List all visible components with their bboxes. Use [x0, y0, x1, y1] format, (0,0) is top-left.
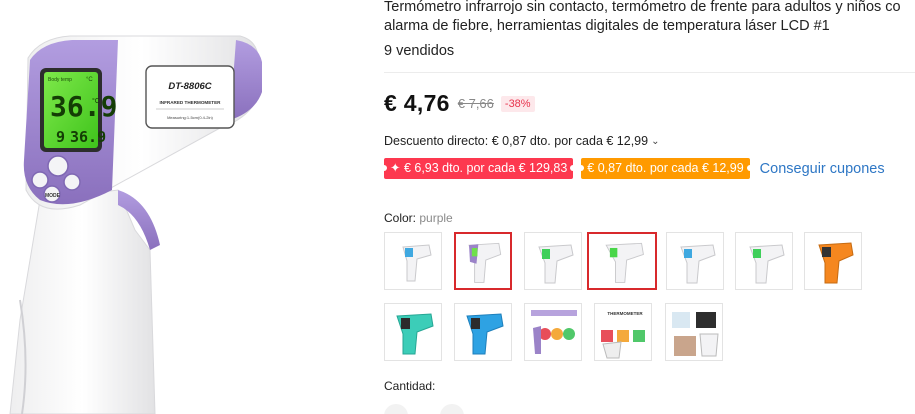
lcd-top-left-text: Body temp [48, 77, 72, 83]
discount-badge: -38% [500, 95, 535, 112]
plus-button-icon [31, 171, 49, 189]
thermometer-thumb-icon [538, 244, 574, 284]
product-title-line2: alarma de fiebre, herramientas digitales… [384, 18, 830, 34]
sold-count: 9 vendidos [384, 43, 455, 59]
product-title: Termómetro infrarrojo sin contacto, term… [384, 0, 915, 36]
infographic-thumb-icon [531, 310, 577, 354]
usage-thumb-icon [672, 312, 719, 357]
swatch-white-blue-2[interactable] [666, 232, 724, 290]
swatch-orange[interactable] [804, 232, 862, 290]
quantity-increase-button[interactable] [440, 404, 464, 414]
thermometer-thumb-icon [468, 242, 502, 283]
lcd-unit: °C [92, 97, 100, 105]
swatch-purple[interactable] [454, 232, 512, 290]
thermometer-thumb-text: THERMOMETER [607, 311, 643, 316]
product-info-panel: Termómetro infrarrojo sin contacto, term… [380, 0, 915, 414]
lcd-bottom-right: 36.9 [70, 128, 106, 146]
lcd-top-right-text: °C [86, 77, 93, 83]
thermometer-thumb-icon [605, 242, 644, 283]
quantity-label: Cantidad: [384, 379, 436, 393]
thermometer-thumb-icon [680, 244, 716, 284]
swatch-green-lcd[interactable] [587, 232, 657, 290]
mode-button-label: MODE [45, 193, 61, 199]
direct-discount-dropdown[interactable]: Descuento directo: € 0,87 dto. por cada … [384, 134, 659, 148]
swatch-teal[interactable] [384, 303, 442, 361]
swatch-info-1[interactable] [524, 303, 582, 361]
minus-button-icon [63, 173, 81, 191]
swatch-info-3[interactable] [665, 303, 723, 361]
light-button-icon [47, 155, 69, 177]
infographic-thumb-icon: THERMOMETER [601, 311, 645, 359]
device-subtitle: INFRARED THERMOMETER [160, 100, 222, 105]
measuring-range: Measuring:1-5cm(0.4-2in) [167, 115, 213, 120]
thermometer-thumb-icon [466, 313, 504, 355]
thermometer-thumb-icon [749, 244, 785, 284]
direct-discount-text: Descuento directo: € 0,87 dto. por cada … [384, 134, 649, 148]
price-row: € 4,76 € 7,66 -38% [384, 90, 535, 117]
quantity-decrease-button[interactable] [384, 404, 408, 414]
swatch-white-blue[interactable] [384, 232, 442, 290]
lcd-main-reading: 36.9 [50, 90, 117, 123]
model-label: DT-8806C [168, 81, 211, 92]
product-title-line1: Termómetro infrarrojo sin contacto, term… [384, 0, 901, 15]
swatch-white-green[interactable] [735, 232, 793, 290]
quantity-stepper [384, 404, 474, 414]
selected-color-value: purple [419, 211, 453, 225]
coupon-store[interactable]: ✦ € 6,93 dto. por cada € 129,83 [380, 158, 577, 179]
color-label-text: Color: [384, 211, 417, 225]
swatch-info-2[interactable]: THERMOMETER [594, 303, 652, 361]
lcd-bottom-left: 9 [56, 128, 65, 146]
color-selector-label: Color: purple [384, 211, 453, 225]
thermometer-thumb-icon [818, 242, 854, 284]
product-main-image[interactable]: Body temp °C 36.9 °C 9 36.9 MODE DT-8806… [0, 0, 300, 414]
thermometer-thumb-icon [402, 244, 432, 282]
swatch-blue[interactable] [454, 303, 512, 361]
chevron-down-icon: ⌄ [651, 135, 660, 147]
thermometer-illustration: Body temp °C 36.9 °C 9 36.9 MODE DT-8806… [9, 35, 262, 414]
swatch-green[interactable] [524, 232, 582, 290]
divider [384, 72, 915, 73]
coupon-direct[interactable]: € 0,87 dto. por cada € 12,99 [578, 158, 754, 179]
original-price: € 7,66 [457, 96, 494, 111]
thermometer-thumb-icon [396, 313, 434, 355]
current-price: € 4,76 [384, 90, 450, 116]
get-coupons-link[interactable]: Conseguir cupones [760, 161, 885, 177]
coupon-row: ✦ € 6,93 dto. por cada € 129,83 € 0,87 d… [380, 158, 885, 179]
